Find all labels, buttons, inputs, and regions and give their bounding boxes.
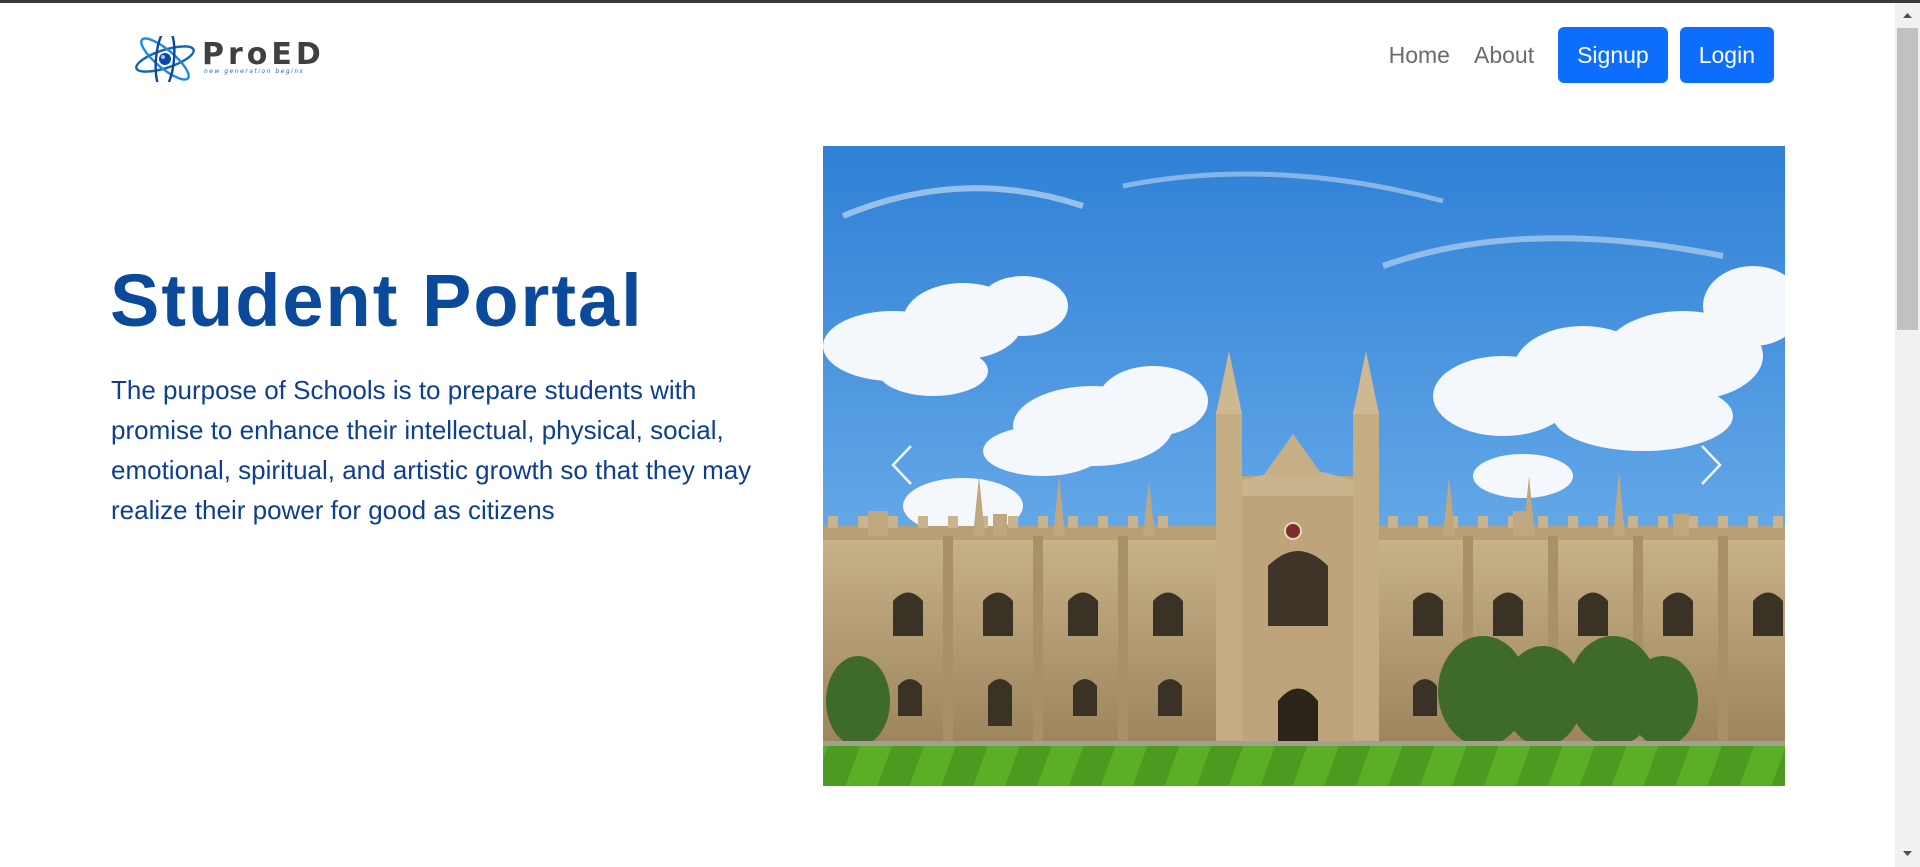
brand-tagline: new generation begins: [204, 68, 305, 75]
carousel-prev-arrow[interactable]: [883, 440, 923, 490]
nav-about-link[interactable]: About: [1474, 42, 1534, 69]
scroll-down-arrow-icon[interactable]: [1895, 847, 1920, 861]
signup-button[interactable]: Signup: [1558, 27, 1668, 83]
main-nav: Home About Signup Login: [1389, 27, 1774, 83]
scrollbar-thumb[interactable]: [1897, 28, 1918, 330]
atom-logo-icon: [135, 36, 195, 82]
page-title: Student Portal: [110, 259, 644, 342]
scroll-up-arrow-icon[interactable]: [1895, 8, 1920, 22]
login-button[interactable]: Login: [1679, 27, 1774, 83]
carousel-next-arrow[interactable]: [1690, 440, 1730, 490]
image-carousel[interactable]: [823, 146, 1785, 786]
brand-name: ProED: [202, 37, 325, 72]
page: ProED new generation begins Home About S…: [0, 0, 1920, 867]
nav-home-link[interactable]: Home: [1389, 42, 1450, 69]
vertical-scrollbar[interactable]: [1895, 3, 1920, 867]
brand-logo[interactable]: ProED new generation begins: [132, 36, 321, 82]
hero-description: The purpose of Schools is to prepare stu…: [111, 375, 752, 525]
window-top-border: [0, 0, 1920, 3]
college-building-image: [823, 146, 1785, 786]
